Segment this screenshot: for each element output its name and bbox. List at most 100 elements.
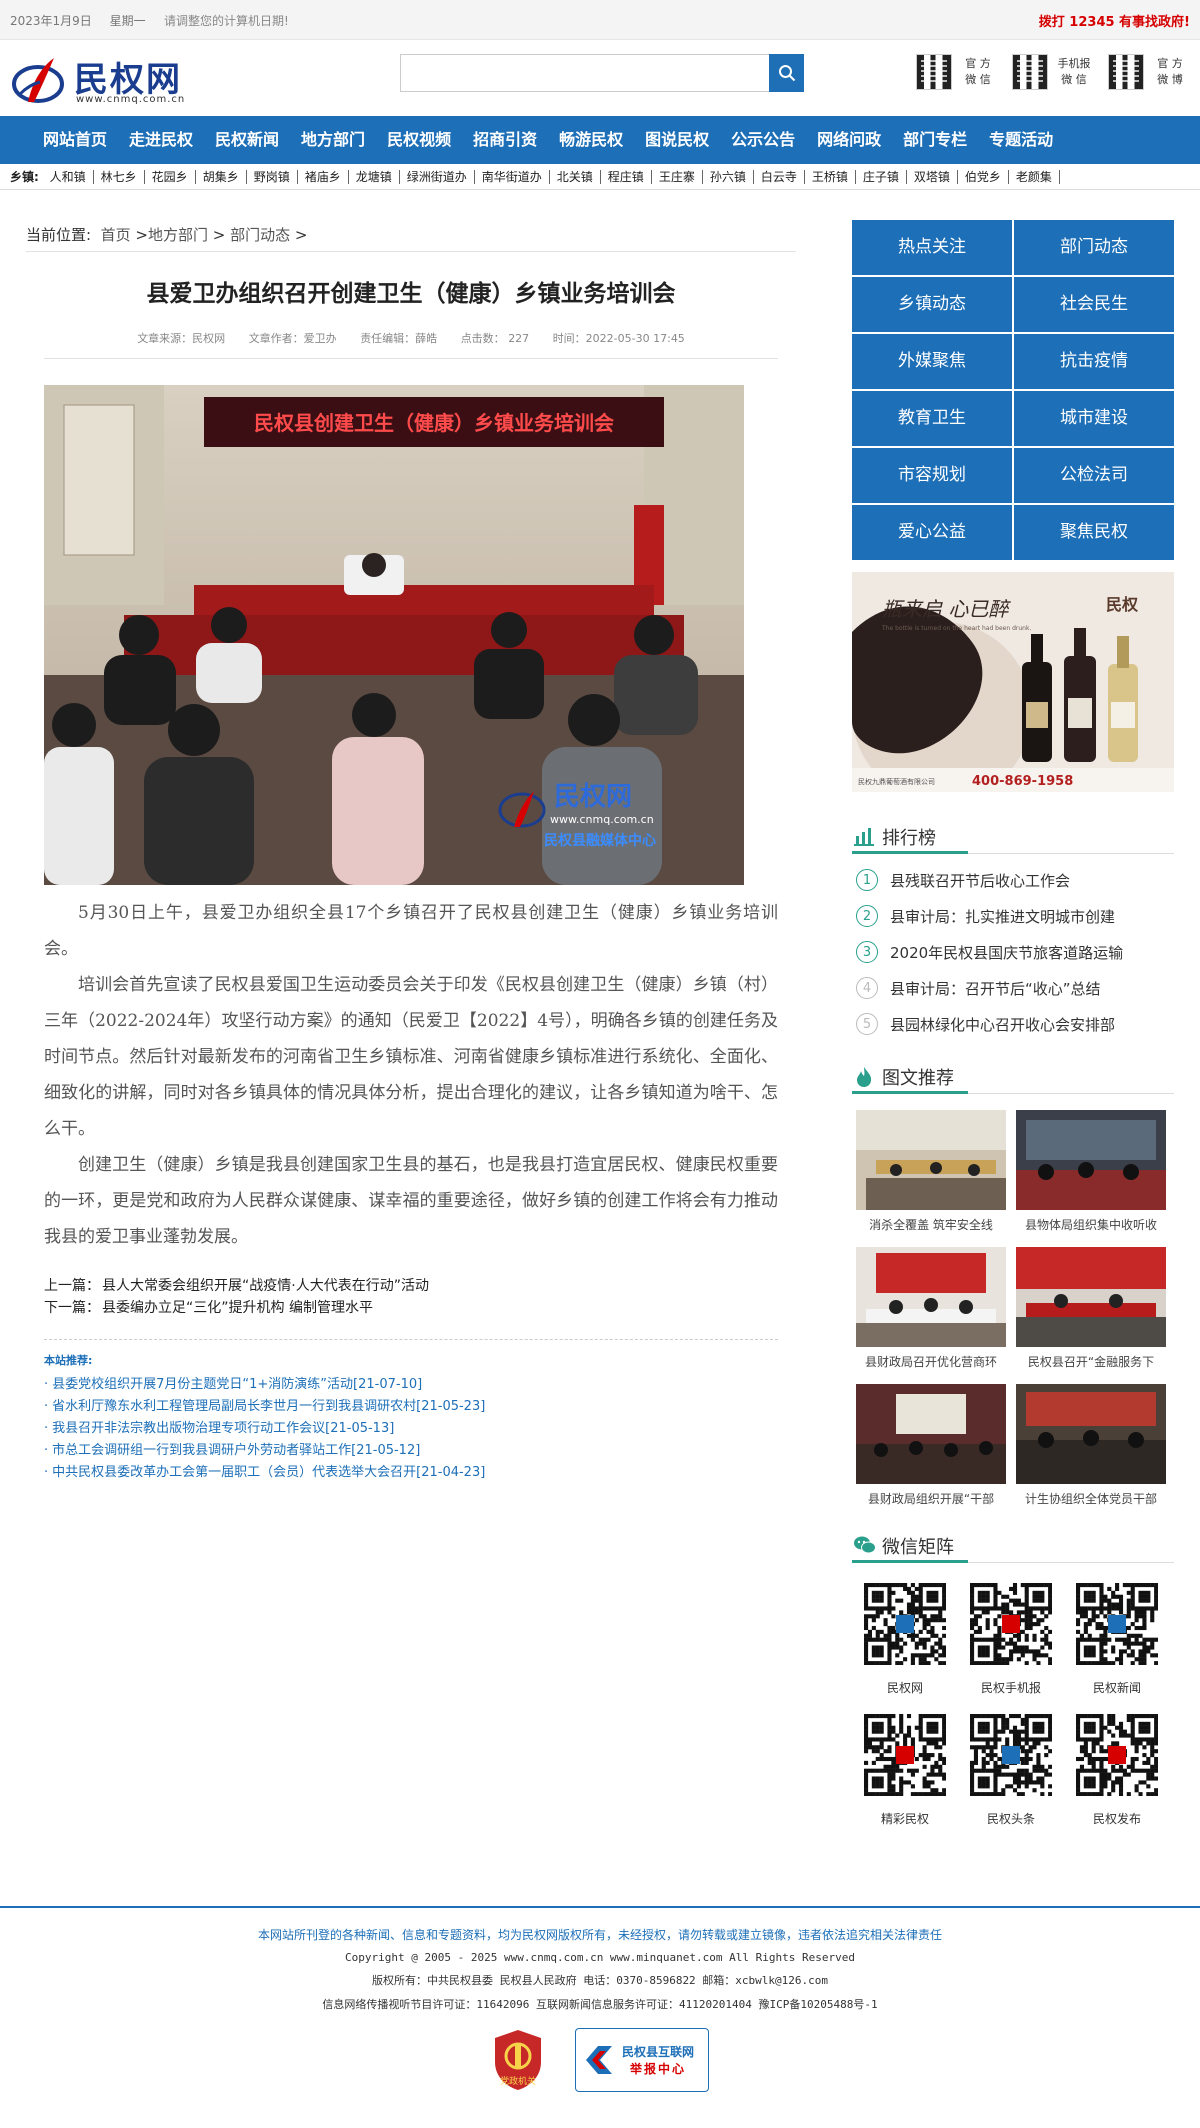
town-link[interactable]: 老颜集 bbox=[1008, 170, 1060, 184]
qr-code-icon bbox=[1076, 1714, 1159, 1797]
town-link[interactable]: 人和镇 bbox=[42, 170, 94, 184]
picture-card[interactable]: 县财政局组织开展“干部 bbox=[856, 1384, 1006, 1507]
recommended-link[interactable]: 我县召开非法宗教出版物治理专项行动工作会议[21-05-13] bbox=[44, 1418, 778, 1440]
category-charity[interactable]: 爱心公益 bbox=[852, 505, 1012, 560]
nav-topics[interactable]: 专题活动 bbox=[978, 116, 1064, 164]
recommended-link[interactable]: 中共民权县委改革办工会第一届职工（会员）代表选举大会召开[21-04-23] bbox=[44, 1462, 778, 1484]
town-link[interactable]: 南华街道办 bbox=[474, 170, 550, 184]
wechat-qr-item[interactable]: 民权网 bbox=[852, 1583, 958, 1696]
nav-video[interactable]: 民权视频 bbox=[376, 116, 462, 164]
search-button[interactable] bbox=[769, 54, 804, 92]
category-planning[interactable]: 市容规划 bbox=[852, 448, 1012, 503]
ad-phone: 400-869-1958 bbox=[972, 774, 1073, 789]
nav-photos[interactable]: 图说民权 bbox=[634, 116, 720, 164]
category-dept-news[interactable]: 部门动态 bbox=[1014, 220, 1174, 275]
rank-number: 3 bbox=[856, 941, 878, 963]
recommended-link[interactable]: 市总工会调研组一行到我县调研户外劳动者驿站工作[21-05-12] bbox=[44, 1440, 778, 1462]
breadcrumb-home[interactable]: 首页 bbox=[101, 226, 131, 244]
logo-url: www.cnmq.com.cn bbox=[76, 94, 186, 105]
picture-card[interactable]: 县财政局召开优化营商环 bbox=[856, 1247, 1006, 1370]
picture-caption: 县物体局组织集中收听收 bbox=[1024, 1218, 1157, 1232]
qr-label-top: 手机报 bbox=[1057, 57, 1091, 70]
nav-news[interactable]: 民权新闻 bbox=[204, 116, 290, 164]
town-link[interactable]: 花园乡 bbox=[144, 170, 196, 184]
next-article-link[interactable]: 县委编办立足“三化”提升机构 编制管理水平 bbox=[102, 1300, 373, 1316]
recommended-link[interactable]: 省水利厅豫东水利工程管理局副局长李世月一行到我县调研农村[21-05-23] bbox=[44, 1396, 778, 1418]
picture-card[interactable]: 县物体局组织集中收听收 bbox=[1016, 1110, 1166, 1233]
town-link[interactable]: 林七乡 bbox=[93, 170, 145, 184]
nav-investment[interactable]: 招商引资 bbox=[462, 116, 548, 164]
search-icon bbox=[778, 65, 795, 82]
breadcrumb-dept-news[interactable]: 部门动态 bbox=[230, 226, 290, 244]
category-media[interactable]: 外媒聚焦 bbox=[852, 334, 1012, 389]
ranking-item[interactable]: 2 县审计局：扎实推进文明城市创建 bbox=[852, 898, 1174, 934]
prev-article-link[interactable]: 县人大常委会组织开展“战疫情·人大代表在行动”活动 bbox=[102, 1278, 429, 1294]
nav-about[interactable]: 走进民权 bbox=[118, 116, 204, 164]
town-link[interactable]: 孙六镇 bbox=[702, 170, 754, 184]
town-link[interactable]: 龙塘镇 bbox=[348, 170, 400, 184]
town-link[interactable]: 庄子镇 bbox=[855, 170, 907, 184]
nav-columns[interactable]: 部门专栏 bbox=[892, 116, 978, 164]
ranking-item[interactable]: 5 县园林绿化中心召开收心会安排部 bbox=[852, 1006, 1174, 1042]
category-education[interactable]: 教育卫生 bbox=[852, 391, 1012, 446]
category-livelihood[interactable]: 社会民生 bbox=[1014, 277, 1174, 332]
town-link[interactable]: 胡集乡 bbox=[195, 170, 247, 184]
town-link[interactable]: 程庄镇 bbox=[600, 170, 652, 184]
nav-notices[interactable]: 公示公告 bbox=[720, 116, 806, 164]
date-text: 2023年1月9日 星期一 bbox=[10, 12, 160, 29]
recommended-section: 本站推荐: 县委党校组织开展7月份主题党日“1+消防演练”活动[21-07-10… bbox=[44, 1339, 778, 1484]
ranking-item[interactable]: 3 2020年民权县国庆节旅客道路运输 bbox=[852, 934, 1174, 970]
article-paragraph: 5月30日上午，县爱卫办组织全县17个乡镇召开了民权县创建卫生（健康）乡镇业务培… bbox=[44, 903, 778, 959]
qr-code-icon bbox=[1012, 54, 1048, 90]
wechat-qr-grid: 民权网 民权手机报 民权新闻 精彩民权 民权头条 民权发布 bbox=[852, 1583, 1174, 1827]
wechat-qr-item[interactable]: 民权新闻 bbox=[1064, 1583, 1170, 1696]
picture-card[interactable]: 计生协组织全体党员干部 bbox=[1016, 1384, 1166, 1507]
photo-watermark-sub: 民权县融媒体中心 bbox=[544, 832, 656, 849]
nav-departments[interactable]: 地方部门 bbox=[290, 116, 376, 164]
nav-tourism[interactable]: 畅游民权 bbox=[548, 116, 634, 164]
header-qr-wechat[interactable]: 官 方微 信 bbox=[916, 54, 998, 90]
footer-owner: 版权所有：中共民权县委 民权县人民政府 电话：0370-8596822 邮箱：x… bbox=[371, 1974, 829, 1987]
category-urban[interactable]: 城市建设 bbox=[1014, 391, 1174, 446]
category-focus[interactable]: 聚焦民权 bbox=[1014, 505, 1174, 560]
wechat-qr-item[interactable]: 精彩民权 bbox=[852, 1714, 958, 1827]
meta-author: 文章作者：爱卫办 bbox=[248, 332, 337, 345]
town-link[interactable]: 王庄寨 bbox=[651, 170, 703, 184]
picture-card[interactable]: 民权县召开“金融服务下 bbox=[1016, 1247, 1166, 1370]
category-town-news[interactable]: 乡镇动态 bbox=[852, 277, 1012, 332]
town-link[interactable]: 北关镇 bbox=[549, 170, 601, 184]
wechat-qr-item[interactable]: 民权手机报 bbox=[958, 1583, 1064, 1696]
report-center-line1: 民权县互联网 bbox=[622, 2045, 695, 2059]
category-hot[interactable]: 热点关注 bbox=[852, 220, 1012, 275]
wine-advertisement[interactable]: 瓶来启 心已醉 The bottle is turned on the hear… bbox=[852, 572, 1174, 792]
town-link[interactable]: 褚庙乡 bbox=[297, 170, 349, 184]
site-logo[interactable]: 民权网 www.cnmq.com.cn bbox=[10, 50, 200, 106]
category-epidemic[interactable]: 抗击疫情 bbox=[1014, 334, 1174, 389]
nav-home[interactable]: 网站首页 bbox=[32, 116, 118, 164]
town-link[interactable]: 伯党乡 bbox=[957, 170, 1009, 184]
rank-number: 4 bbox=[856, 977, 878, 999]
ranking-item[interactable]: 4 县审计局：召开节后“收心”总结 bbox=[852, 970, 1174, 1006]
town-link[interactable]: 白云寺 bbox=[753, 170, 805, 184]
report-center-badge[interactable]: 民权县互联网 举报中心 bbox=[575, 2028, 709, 2092]
footer-badges: 党政机关 民权县互联网 举报中心 bbox=[0, 2028, 1200, 2092]
nav-inquiry[interactable]: 网络问政 bbox=[806, 116, 892, 164]
header-qr-mobile[interactable]: 手机报微 信 bbox=[1012, 54, 1094, 90]
town-link[interactable]: 双塔镇 bbox=[906, 170, 958, 184]
recommended-link[interactable]: 县委党校组织开展7月份主题党日“1+消防演练”活动[21-07-10] bbox=[44, 1374, 778, 1396]
breadcrumb-departments[interactable]: 地方部门 bbox=[148, 226, 208, 244]
ranking-title: 排行榜 bbox=[882, 828, 936, 849]
wechat-qr-item[interactable]: 民权发布 bbox=[1064, 1714, 1170, 1827]
header-qr-weibo[interactable]: 官 方微 博 bbox=[1108, 54, 1190, 90]
search-input[interactable] bbox=[400, 54, 770, 92]
town-link[interactable]: 野岗镇 bbox=[246, 170, 298, 184]
ranking-item-title: 县园林绿化中心召开收心会安排部 bbox=[890, 1015, 1116, 1034]
picture-card[interactable]: 消杀全覆盖 筑牢安全线 bbox=[856, 1110, 1006, 1233]
wechat-qr-item[interactable]: 民权头条 bbox=[958, 1714, 1064, 1827]
picture-list: 消杀全覆盖 筑牢安全线 县物体局组织集中收听收 县财政局召开优化营商环 民权县召… bbox=[852, 1110, 1174, 1507]
town-link[interactable]: 王桥镇 bbox=[804, 170, 856, 184]
category-justice[interactable]: 公检法司 bbox=[1014, 448, 1174, 503]
town-link[interactable]: 绿洲街道办 bbox=[399, 170, 475, 184]
gov-agency-badge[interactable]: 党政机关 bbox=[491, 2028, 545, 2092]
ranking-item[interactable]: 1 县残联召开节后收心工作会 bbox=[852, 862, 1174, 898]
